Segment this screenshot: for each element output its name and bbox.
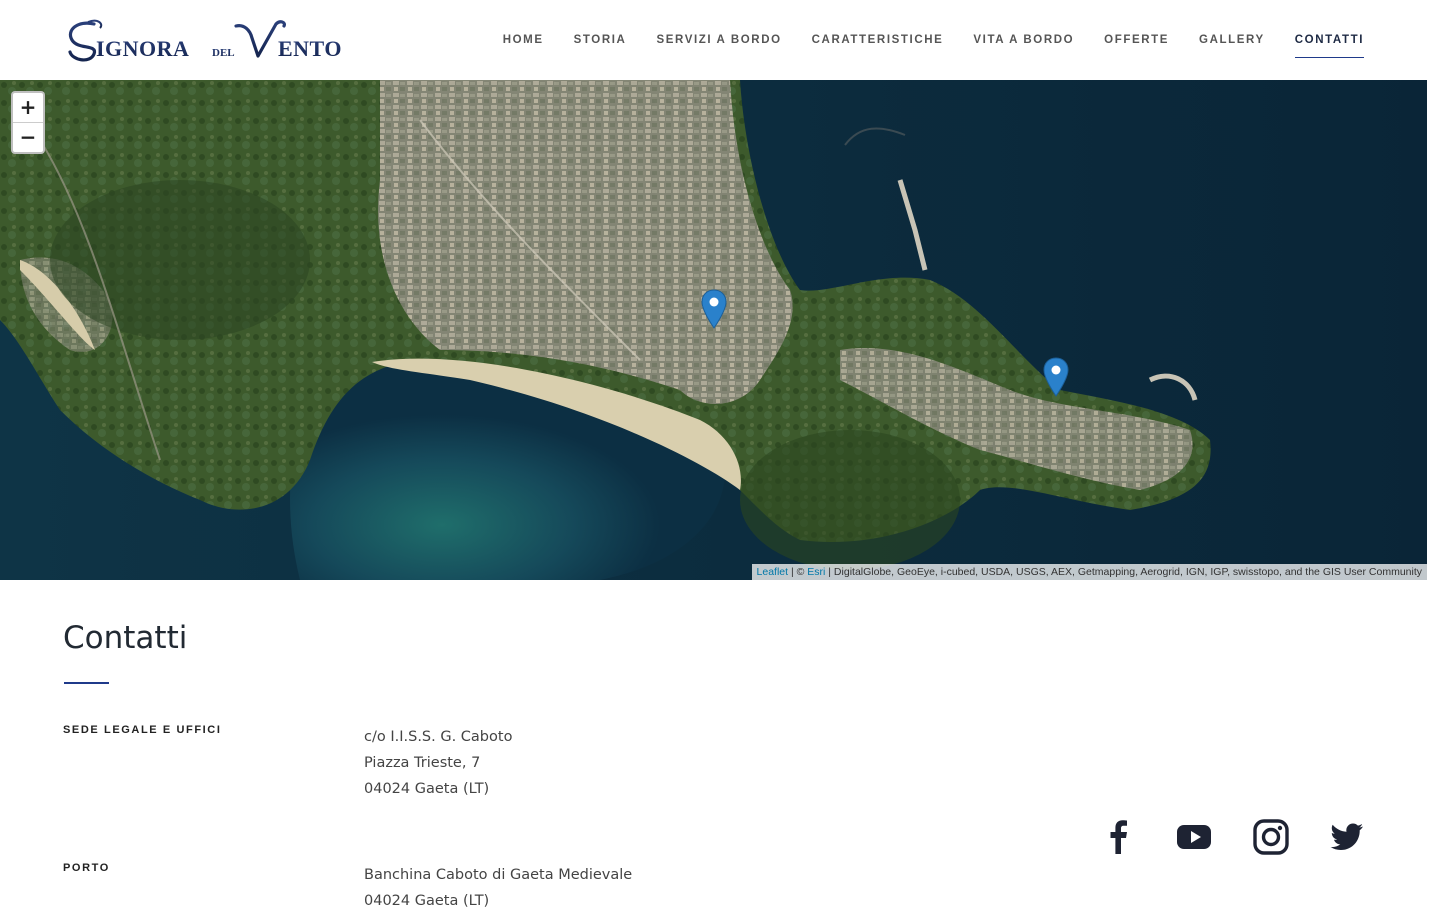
site-logo[interactable]: IGNORA DEL ENTO (64, 16, 354, 66)
address-line: 04024 Gaeta (LT) (364, 893, 490, 909)
address-line: Banchina Caboto di Gaeta Medievale (364, 867, 633, 883)
nav-item-contatti[interactable]: CONTATTI (1294, 28, 1365, 58)
page-title: Contatti (63, 620, 188, 656)
zoom-out-button[interactable]: − (13, 122, 43, 152)
address-porto: Banchina Caboto di Gaeta Medievale 04024… (364, 862, 632, 914)
address-line: c/o I.I.S.S. G. Caboto (364, 729, 513, 745)
label-sede: SEDE LEGALE E UFFICI (63, 724, 222, 736)
map-marker-sede[interactable] (701, 289, 727, 329)
youtube-icon[interactable] (1176, 818, 1214, 856)
nav-item-caratteristiche[interactable]: CARATTERISTICHE (812, 28, 944, 52)
twitter-icon[interactable] (1328, 818, 1366, 856)
label-porto: PORTO (63, 862, 110, 874)
zoom-in-button[interactable]: + (13, 93, 43, 122)
address-sede: c/o I.I.S.S. G. Caboto Piazza Trieste, 7… (364, 724, 512, 802)
main-nav: HOME STORIA SERVIZI A BORDO CARATTERISTI… (473, 0, 1365, 80)
leaflet-link[interactable]: Leaflet (757, 566, 789, 578)
map-marker-porto[interactable] (1043, 357, 1069, 397)
nav-item-vita[interactable]: VITA A BORDO (973, 28, 1074, 52)
attribution-separator: | © (788, 566, 808, 578)
svg-text:IGNORA: IGNORA (96, 36, 189, 61)
esri-link[interactable]: Esri (807, 566, 825, 578)
svg-text:ENTO: ENTO (278, 36, 342, 61)
address-line: Piazza Trieste, 7 (364, 755, 481, 771)
nav-item-gallery[interactable]: GALLERY (1199, 28, 1265, 52)
title-underline (64, 682, 109, 684)
nav-item-offerte[interactable]: OFFERTE (1104, 28, 1169, 52)
map-attribution: Leaflet | © Esri | DigitalGlobe, GeoEye,… (751, 564, 1427, 580)
map-tiles (0, 80, 1427, 580)
facebook-icon[interactable] (1100, 818, 1138, 856)
site-header: IGNORA DEL ENTO HOME STORIA SERVIZI A BO… (0, 0, 1440, 80)
nav-item-storia[interactable]: STORIA (574, 28, 627, 52)
satellite-map[interactable]: + − Leaflet | © Esri | DigitalGlobe, Geo… (0, 80, 1427, 580)
social-links (1100, 818, 1370, 858)
svg-text:DEL: DEL (212, 47, 235, 59)
attribution-credits: | DigitalGlobe, GeoEye, i-cubed, USDA, U… (825, 566, 1422, 578)
nav-item-servizi[interactable]: SERVIZI A BORDO (656, 28, 781, 52)
map-zoom-control: + − (11, 91, 45, 154)
instagram-icon[interactable] (1252, 818, 1290, 856)
nav-item-home[interactable]: HOME (503, 28, 544, 52)
address-line: 04024 Gaeta (LT) (364, 781, 490, 797)
